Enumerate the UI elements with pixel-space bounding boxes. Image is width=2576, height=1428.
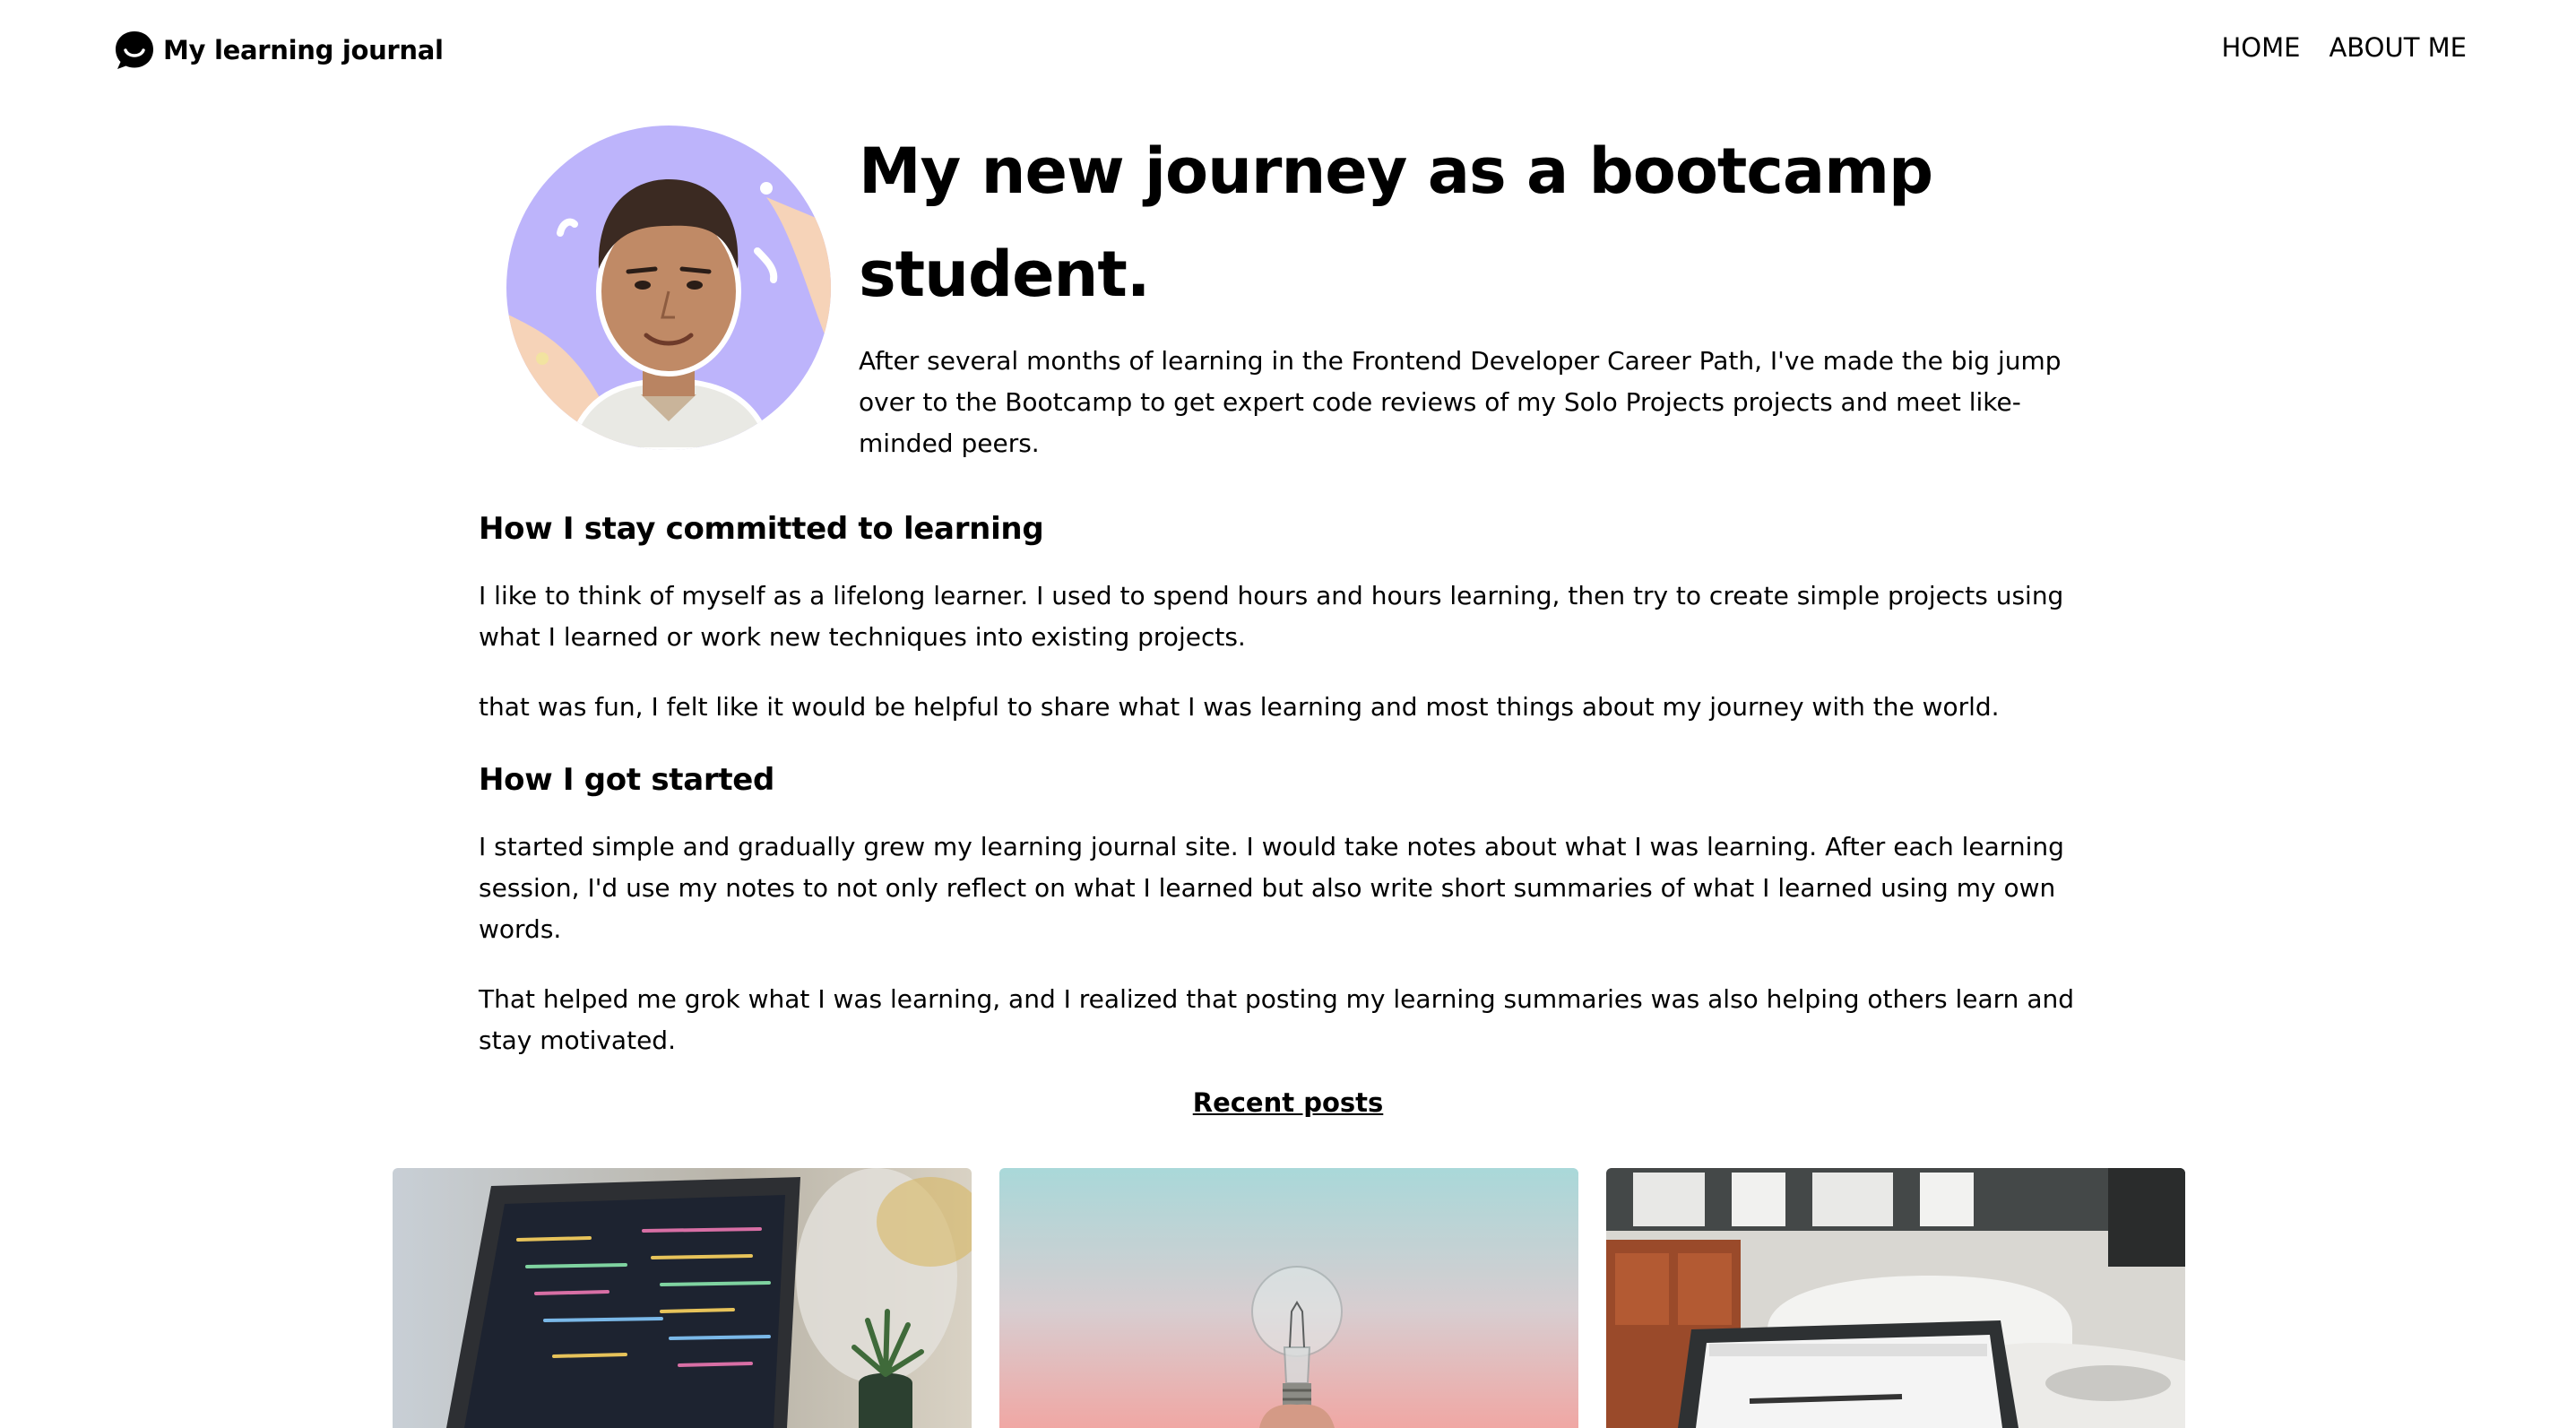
site-logo-link[interactable]: My learning journal: [113, 29, 444, 72]
post-title: My new journey as a bootcamp student.: [859, 134, 1933, 311]
section-heading: How I stay committed to learning: [479, 511, 1044, 547]
nav-home-link[interactable]: HOME: [2221, 32, 2300, 63]
chat-bubble-smile-icon: [116, 31, 153, 69]
lightbulb-photo: [999, 1168, 1578, 1428]
main-nav: HOME ABOUT ME: [2221, 32, 2467, 63]
laptop-workspace-photo: [1606, 1168, 2185, 1428]
paragraph: I like to think of myself as a lifelong …: [479, 581, 2064, 652]
recent-post-card[interactable]: [1606, 1168, 2185, 1428]
author-avatar-image: [506, 125, 831, 450]
site-title: My learning journal: [163, 35, 444, 65]
author-avatar: [506, 125, 831, 450]
section-heading: How I got started: [479, 762, 775, 798]
paragraph: That helped me grok what I was learning,…: [479, 984, 2074, 1055]
nav-about-me-link[interactable]: ABOUT ME: [2329, 32, 2467, 63]
post-body: How I stay committed to learning I like …: [479, 504, 2092, 1061]
hero-section: My new journey as a bootcamp student. Af…: [859, 120, 2096, 464]
recent-post-card[interactable]: [999, 1168, 1578, 1428]
laptop-code-photo: [393, 1168, 972, 1428]
paragraph: that was fun, I felt like it would be he…: [479, 692, 2000, 722]
paragraph: I started simple and gradually grew my l…: [479, 832, 2064, 944]
recent-post-card[interactable]: [393, 1168, 972, 1428]
recent-posts-heading: Recent posts: [1192, 1087, 1384, 1118]
site-header: My learning journal HOME ABOUT ME: [0, 0, 2576, 99]
post-intro: After several months of learning in the …: [859, 346, 2062, 458]
